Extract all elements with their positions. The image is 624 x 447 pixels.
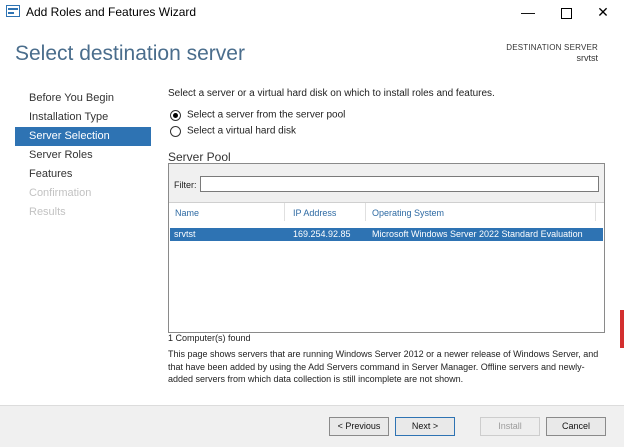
option-server-pool-label: Select a server from the server pool bbox=[187, 109, 346, 121]
filter-bar: Filter: bbox=[169, 164, 604, 203]
wizard-nav: Before You Begin Installation Type Serve… bbox=[15, 89, 151, 222]
option-server-pool[interactable]: Select a server from the server pool bbox=[170, 109, 345, 123]
nav-item-results: Results bbox=[29, 206, 66, 218]
cell-ip-address: 169.254.92.85 bbox=[293, 229, 351, 239]
close-button[interactable]: ✕ bbox=[586, 0, 620, 24]
next-button[interactable]: Next > bbox=[395, 417, 455, 436]
pool-description: This page shows servers that are running… bbox=[168, 349, 599, 384]
radio-virtual-hard-disk[interactable] bbox=[170, 125, 181, 137]
background-window-edge bbox=[620, 310, 624, 348]
nav-item-features[interactable]: Features bbox=[15, 165, 151, 184]
column-divider[interactable] bbox=[595, 203, 596, 221]
column-divider[interactable] bbox=[284, 203, 285, 221]
previous-button[interactable]: < Previous bbox=[329, 417, 389, 436]
column-header-ip-address[interactable]: IP Address bbox=[293, 208, 336, 218]
nav-item-before-you-begin[interactable]: Before You Begin bbox=[15, 89, 151, 108]
column-header-operating-system[interactable]: Operating System bbox=[372, 208, 444, 218]
server-pool-title: Server Pool bbox=[168, 150, 231, 164]
computer-count: 1 Computer(s) found bbox=[168, 333, 251, 343]
cell-operating-system: Microsoft Windows Server 2022 Standard E… bbox=[372, 229, 583, 239]
nav-item-server-roles[interactable]: Server Roles bbox=[15, 146, 151, 165]
option-virtual-hard-disk[interactable]: Select a virtual hard disk bbox=[170, 125, 296, 139]
cell-name: srvtst bbox=[174, 229, 196, 239]
minimize-icon: — bbox=[521, 4, 535, 20]
column-header-name[interactable]: Name bbox=[175, 208, 199, 218]
option-virtual-hard-disk-label: Select a virtual hard disk bbox=[187, 125, 296, 137]
minimize-button[interactable]: — bbox=[511, 0, 545, 24]
window-title: Add Roles and Features Wizard bbox=[26, 5, 197, 19]
install-button: Install bbox=[480, 417, 540, 436]
page-title: Select destination server bbox=[15, 42, 245, 65]
table-row[interactable]: srvtst 169.254.92.85 Microsoft Windows S… bbox=[170, 228, 603, 241]
server-pool-table: Filter: Name IP Address Operating System… bbox=[168, 163, 605, 333]
maximize-icon bbox=[560, 7, 572, 19]
nav-item-installation-type[interactable]: Installation Type bbox=[15, 108, 151, 127]
filter-input[interactable] bbox=[200, 176, 599, 192]
instruction-text: Select a server or a virtual hard disk o… bbox=[168, 88, 495, 99]
destination-server-label: DESTINATION SERVER bbox=[506, 43, 598, 52]
nav-item-confirmation: Confirmation bbox=[29, 187, 92, 199]
nav-item-server-selection[interactable]: Server Selection bbox=[15, 127, 151, 146]
title-bar: Add Roles and Features Wizard — ✕ bbox=[0, 0, 624, 24]
close-icon: ✕ bbox=[597, 4, 609, 20]
column-divider[interactable] bbox=[365, 203, 366, 221]
cancel-button[interactable]: Cancel bbox=[546, 417, 606, 436]
destination-server-value: srvtst bbox=[576, 53, 599, 63]
wizard-footer: < Previous Next > Install Cancel bbox=[0, 405, 624, 447]
filter-label: Filter: bbox=[174, 180, 197, 190]
server-manager-icon bbox=[6, 5, 20, 17]
maximize-button[interactable] bbox=[549, 0, 583, 24]
radio-server-pool[interactable] bbox=[170, 109, 181, 121]
